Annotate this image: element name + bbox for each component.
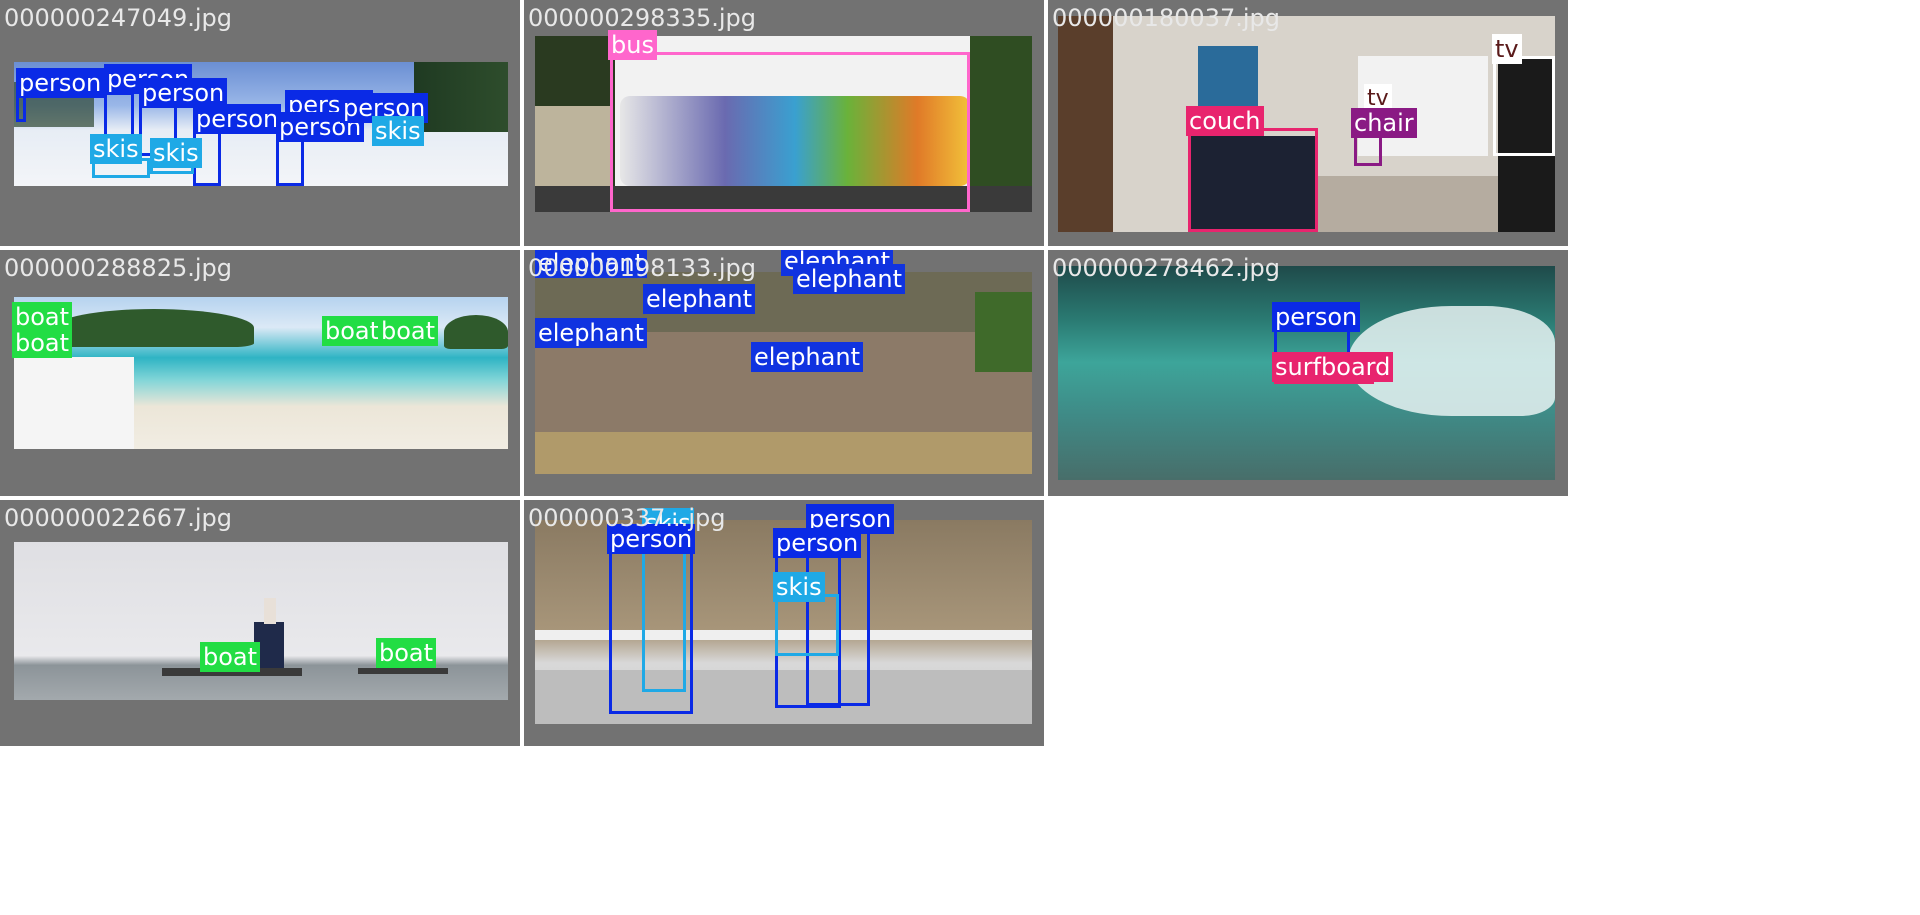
label-skis: skis	[372, 116, 424, 146]
label-couch: couch	[1186, 106, 1264, 136]
tile-filename: 000000022667.jpg	[4, 504, 232, 532]
grid-tile: 000000198133.jpg elephant elephant eleph…	[524, 250, 1044, 496]
tile-filename: 000000337...jpg	[528, 504, 726, 532]
grid-tile: 000000180037.jpg tv couch tv chair	[1048, 0, 1568, 246]
grid-tile: 000000247049.jpg person person person pe…	[0, 0, 520, 246]
bbox-couch	[1188, 128, 1318, 232]
label-boat: boat	[200, 642, 261, 672]
label-person: person	[16, 68, 105, 98]
label-elephant: elephant	[793, 264, 905, 294]
label-boat: boat	[376, 638, 437, 668]
label-person: person	[193, 104, 282, 134]
label-elephant: elephant	[535, 318, 647, 348]
tile-filename: 000000278462.jpg	[1052, 254, 1280, 282]
tile-filename: 000000180037.jpg	[1052, 4, 1280, 32]
tile-filename: 000000198133.jpg	[528, 254, 756, 282]
bbox-tv	[1493, 56, 1555, 156]
label-boat: boat	[322, 316, 383, 346]
tile-photo	[535, 272, 1032, 474]
tile-filename: 000000298335.jpg	[528, 4, 756, 32]
label-boat: boat	[378, 316, 439, 346]
grid-tile: 000000298335.jpg bus	[524, 0, 1044, 246]
grid-tile: 000000288825.jpg boat boat boat boat	[0, 250, 520, 496]
label-surfboard: surfboard	[1272, 352, 1394, 382]
bbox-skis	[775, 594, 839, 656]
label-skis: skis	[773, 572, 825, 602]
tile-filename: 000000288825.jpg	[4, 254, 232, 282]
label-bus: bus	[608, 30, 657, 60]
tile-filename: 000000247049.jpg	[4, 4, 232, 32]
label-tv: tv	[1492, 34, 1522, 64]
label-elephant: elephant	[751, 342, 863, 372]
label-person: person	[1272, 302, 1361, 332]
label-person: person	[773, 528, 862, 558]
label-boat: boat	[12, 328, 73, 358]
grid-tile: 000000022667.jpg boat boat	[0, 500, 520, 746]
tile-photo	[14, 542, 508, 700]
grid-tile: 000000337...jpg skis person person perso…	[524, 500, 1044, 746]
label-chair: chair	[1351, 108, 1417, 138]
label-elephant: elephant	[643, 284, 755, 314]
label-skis: skis	[90, 134, 142, 164]
bbox-bus	[610, 52, 970, 212]
label-skis: skis	[150, 138, 202, 168]
grid-tile: 000000278462.jpg person surfboard	[1048, 250, 1568, 496]
